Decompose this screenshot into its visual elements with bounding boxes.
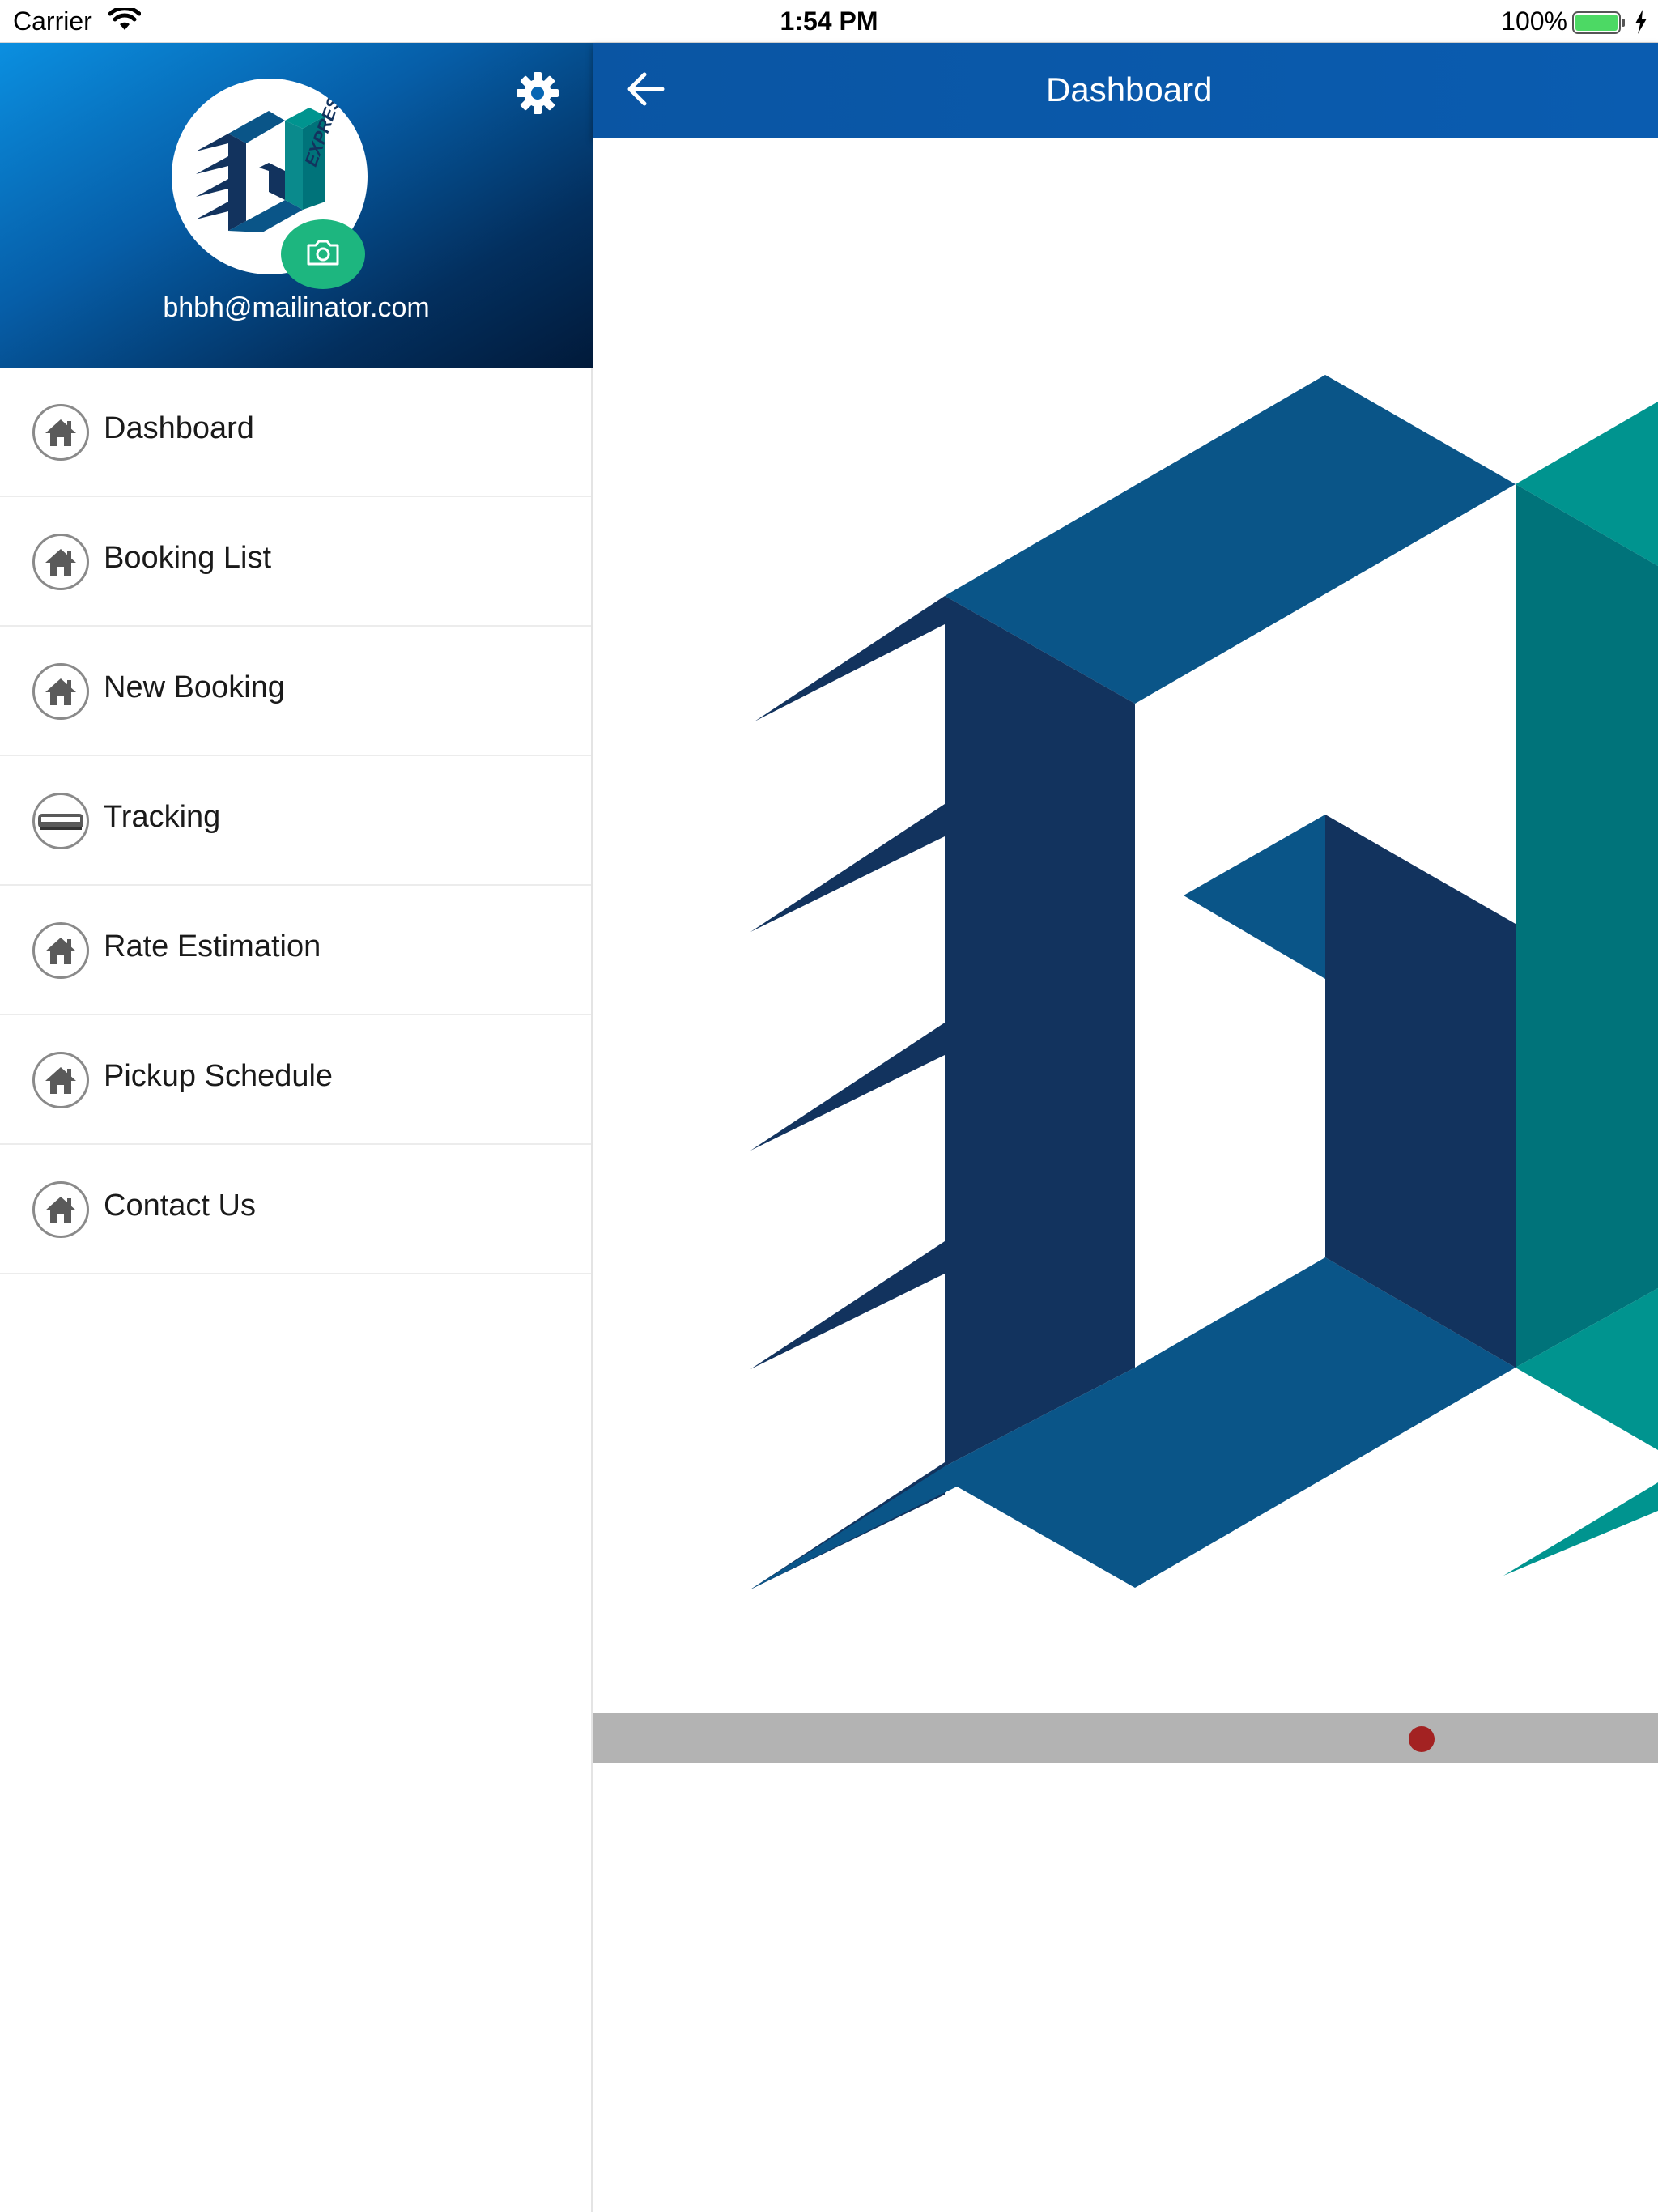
- drawer-header: EXPRESS bhbh@mailinator.com: [0, 43, 593, 368]
- top-navbar: Dashboard: [593, 43, 1658, 138]
- back-arrow-icon[interactable]: [625, 70, 665, 112]
- menu-label: Booking List: [104, 541, 272, 575]
- home-icon: [32, 1052, 89, 1108]
- menu-label: Rate Estimation: [104, 929, 321, 963]
- page-title: Dashboard: [1046, 70, 1213, 108]
- home-icon: [32, 1181, 89, 1238]
- camera-icon: [305, 239, 341, 270]
- menu-item-booking-list[interactable]: Booking List: [0, 497, 591, 627]
- side-drawer: EXPRESS bhbh@mailinator.com Dashboard Bo…: [0, 43, 593, 2212]
- menu-label: Tracking: [104, 800, 221, 834]
- menu-item-dashboard[interactable]: Dashboard: [0, 368, 591, 497]
- menu-item-contact-us[interactable]: Contact Us: [0, 1145, 591, 1274]
- settings-gear-icon[interactable]: [513, 69, 562, 121]
- clock: 1:54 PM: [780, 6, 878, 36]
- charging-icon: [1634, 10, 1648, 38]
- menu-label: Contact Us: [104, 1189, 256, 1223]
- home-icon: [32, 922, 89, 979]
- carousel-pager: [593, 1713, 1658, 1763]
- truck-icon: [32, 793, 89, 849]
- menu-label: New Booking: [104, 670, 285, 704]
- pager-dot-active[interactable]: [1409, 1726, 1435, 1752]
- home-icon: [32, 534, 89, 590]
- battery-icon: [1572, 11, 1626, 38]
- user-email: bhbh@mailinator.com: [163, 292, 430, 323]
- drawer-menu: Dashboard Booking List New Booking Track…: [0, 368, 591, 1274]
- menu-item-pickup-schedule[interactable]: Pickup Schedule: [0, 1015, 591, 1145]
- menu-item-tracking[interactable]: Tracking: [0, 756, 591, 886]
- home-icon: [32, 663, 89, 720]
- home-icon: [32, 404, 89, 461]
- dashboard-banner: [593, 138, 1658, 1713]
- menu-label: Pickup Schedule: [104, 1059, 334, 1093]
- menu-item-rate-estimation[interactable]: Rate Estimation: [0, 886, 591, 1015]
- menu-label: Dashboard: [104, 411, 254, 445]
- menu-item-new-booking[interactable]: New Booking: [0, 627, 591, 756]
- banner-logo-image: [750, 375, 1658, 1589]
- battery-percent: 100%: [1501, 6, 1567, 36]
- status-bar: Carrier 1:54 PM 100%: [0, 0, 1658, 43]
- change-photo-button[interactable]: [281, 219, 365, 289]
